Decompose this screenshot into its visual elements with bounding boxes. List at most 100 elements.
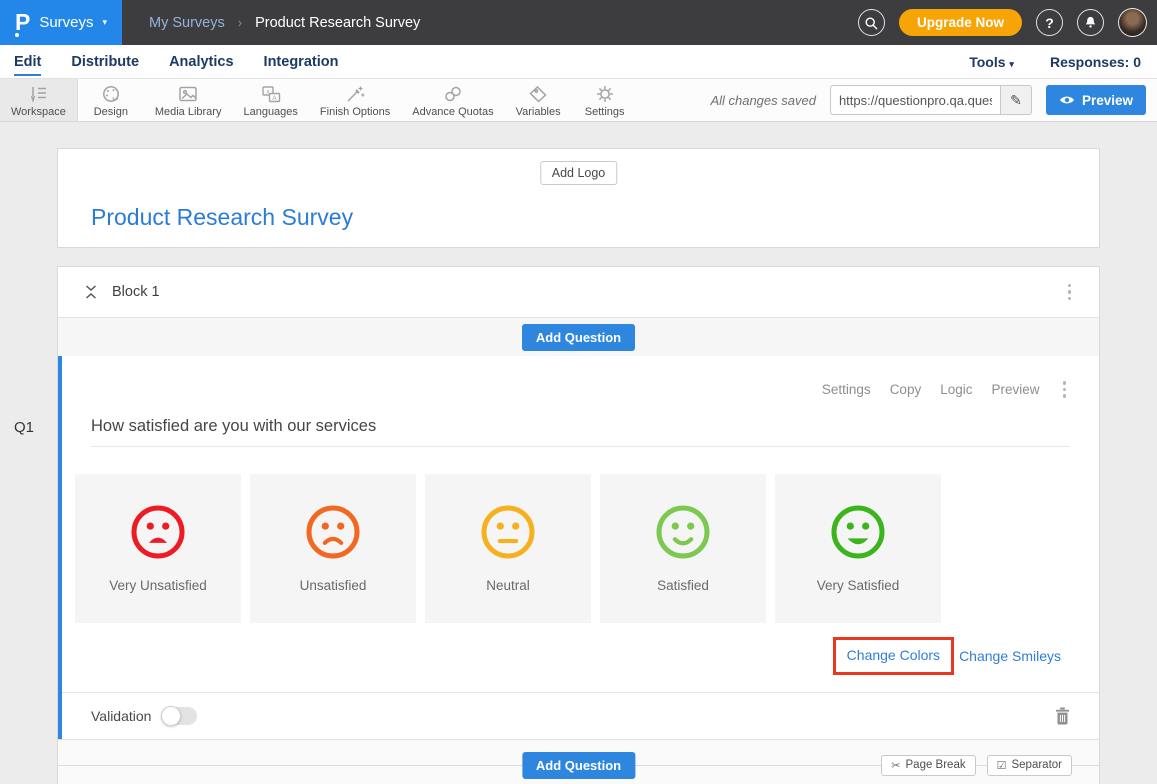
smiley-face-icon — [479, 503, 537, 561]
breadcrumb-separator-icon: › — [238, 15, 242, 30]
survey-title[interactable]: Product Research Survey — [91, 204, 353, 231]
settings-icon — [594, 84, 616, 104]
smiley-option-5[interactable]: Very Satisfied — [775, 474, 941, 623]
block-insert-buttons: ✂Page Break ☑Separator — [881, 755, 1072, 776]
scissors-icon: ✂ — [891, 759, 900, 772]
tab-integration[interactable]: Integration — [264, 48, 339, 76]
tab-analytics[interactable]: Analytics — [169, 48, 233, 76]
toolbar-item-workspace[interactable]: Workspace — [0, 79, 78, 121]
separator-button[interactable]: ☑Separator — [987, 755, 1072, 776]
survey-url-input[interactable] — [830, 85, 1000, 115]
toolbar-item-languages[interactable]: xA Languages — [232, 79, 308, 121]
smiley-option-label: Unsatisfied — [300, 578, 367, 593]
survey-url-group: ✎ — [830, 85, 1032, 115]
topbar-actions: Upgrade Now ? — [858, 8, 1157, 37]
media-library-icon — [177, 84, 199, 104]
question-underline — [91, 446, 1070, 447]
toolbar-right: All changes saved ✎ Preview — [710, 79, 1157, 121]
editor-toolbar: Workspace Design Media Library xA Langua… — [0, 79, 1157, 122]
top-bar: P Surveys ▾ My Surveys › Product Researc… — [0, 0, 1157, 45]
toolbar-item-settings[interactable]: Settings — [572, 79, 638, 121]
tools-menu[interactable]: Tools ▾ — [969, 54, 1014, 70]
chevron-down-icon: ▾ — [103, 17, 108, 28]
smiley-face-icon — [654, 503, 712, 561]
breadcrumb-current-survey: Product Research Survey — [255, 15, 420, 31]
change-smileys-link[interactable]: Change Smileys — [959, 648, 1061, 664]
pencil-icon: ✎ — [1010, 92, 1022, 109]
design-icon — [100, 84, 122, 104]
smiley-option-1[interactable]: Very Unsatisfied — [75, 474, 241, 623]
block-title[interactable]: Block 1 — [112, 284, 160, 300]
tab-distribute[interactable]: Distribute — [71, 48, 139, 76]
smiley-face-icon — [304, 503, 362, 561]
toolbar-item-finish-options[interactable]: Finish Options — [309, 79, 401, 121]
bell-icon — [1083, 15, 1098, 30]
app-menu-label: Surveys — [39, 14, 93, 31]
help-button[interactable]: ? — [1036, 9, 1063, 36]
app-window: P Surveys ▾ My Surveys › Product Researc… — [0, 0, 1157, 784]
save-status-text: All changes saved — [710, 93, 816, 108]
delete-question-button[interactable] — [1055, 707, 1070, 725]
block-header: Block 1 — [58, 267, 1099, 318]
checkbox-icon: ☑ — [997, 759, 1007, 772]
svg-text:A: A — [272, 94, 277, 101]
smiley-option-3[interactable]: Neutral — [425, 474, 591, 623]
question-logic-link[interactable]: Logic — [940, 382, 972, 397]
upgrade-now-button[interactable]: Upgrade Now — [899, 9, 1022, 36]
workspace-content: Q1 Add Logo Product Research Survey Bloc… — [0, 122, 1157, 784]
trash-icon — [1055, 707, 1070, 725]
chevron-down-icon: ▾ — [1009, 59, 1014, 69]
search-icon — [863, 15, 879, 31]
eye-icon — [1059, 94, 1075, 106]
user-avatar[interactable] — [1118, 8, 1147, 37]
question-menu-kebab-icon[interactable] — [1059, 377, 1071, 402]
question-preview-link[interactable]: Preview — [991, 382, 1039, 397]
smiley-option-4[interactable]: Satisfied — [600, 474, 766, 623]
languages-icon: xA — [260, 84, 282, 104]
nav-tab-bar: Edit Distribute Analytics Integration To… — [0, 45, 1157, 79]
toolbar-item-media-library[interactable]: Media Library — [144, 79, 233, 121]
smiley-option-2[interactable]: Unsatisfied — [250, 474, 416, 623]
search-button[interactable] — [858, 9, 885, 36]
block-menu-kebab-icon[interactable] — [1064, 280, 1076, 305]
smiley-option-label: Satisfied — [657, 578, 709, 593]
toolbar-item-advance-quotas[interactable]: Advance Quotas — [401, 79, 504, 121]
nav-tabs: Edit Distribute Analytics Integration — [14, 48, 338, 76]
page-break-button[interactable]: ✂Page Break — [881, 755, 975, 776]
add-question-button-bottom[interactable]: Add Question — [522, 752, 635, 779]
question-number-label: Q1 — [14, 419, 34, 436]
preview-button[interactable]: Preview — [1046, 85, 1146, 115]
variables-icon — [527, 84, 549, 104]
block-card: Block 1 Add Question Settings Copy Logic… — [57, 266, 1100, 784]
validation-toggle[interactable] — [161, 707, 197, 725]
workspace-icon — [27, 84, 49, 104]
surveys-app-menu[interactable]: P Surveys ▾ — [0, 0, 122, 45]
add-question-row-bottom: Add Question ✂Page Break ☑Separator — [58, 739, 1099, 784]
question-copy-link[interactable]: Copy — [890, 382, 922, 397]
smiley-face-icon — [829, 503, 887, 561]
toolbar-item-design[interactable]: Design — [78, 79, 144, 121]
change-colors-highlight-box: Change Colors — [833, 637, 954, 675]
smiley-option-label: Neutral — [486, 578, 530, 593]
toolbar-item-variables[interactable]: Variables — [505, 79, 572, 121]
smiley-options-row: Very Unsatisfied Unsatisfied Neutral Sat… — [62, 474, 1099, 623]
question-card: Settings Copy Logic Preview How satisfie… — [58, 356, 1099, 739]
question-settings-link[interactable]: Settings — [822, 382, 871, 397]
responses-count: Responses: 0 — [1050, 54, 1141, 70]
smiley-links-row: Change Colors Change Smileys — [62, 637, 1061, 675]
collapse-block-icon[interactable] — [85, 285, 97, 299]
nav-right: Tools ▾ Responses: 0 — [969, 54, 1141, 70]
add-question-button-top[interactable]: Add Question — [522, 324, 635, 351]
question-text[interactable]: How satisfied are you with our services — [91, 417, 1070, 436]
breadcrumb-my-surveys[interactable]: My Surveys — [149, 15, 225, 31]
notifications-button[interactable] — [1077, 9, 1104, 36]
add-logo-button[interactable]: Add Logo — [540, 161, 618, 185]
question-actions: Settings Copy Logic Preview — [62, 377, 1099, 402]
edit-url-button[interactable]: ✎ — [1000, 85, 1032, 115]
smiley-face-icon — [129, 503, 187, 561]
tab-edit[interactable]: Edit — [14, 48, 41, 76]
validation-label: Validation — [91, 708, 151, 724]
smiley-option-label: Very Satisfied — [817, 578, 900, 593]
change-colors-link[interactable]: Change Colors — [847, 647, 940, 663]
finish-options-icon — [344, 84, 366, 104]
